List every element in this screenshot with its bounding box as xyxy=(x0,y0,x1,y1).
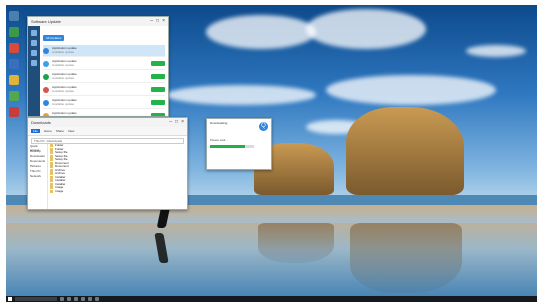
taskbar-search-box[interactable] xyxy=(15,297,57,301)
window-title: Downloads xyxy=(31,120,51,125)
taskbar-app-icon[interactable] xyxy=(95,297,99,301)
cloud xyxy=(306,9,426,49)
ribbon-tab-share[interactable]: Share xyxy=(56,129,64,133)
update-app-sidebar xyxy=(28,26,40,116)
file-row[interactable]: Image xyxy=(50,188,185,194)
cloud xyxy=(466,45,526,57)
desktop-icon[interactable] xyxy=(9,11,19,21)
update-app-titlebar: Software Update – □ × xyxy=(28,17,168,26)
dialog-status: Please wait... xyxy=(210,138,228,142)
update-detail: Available update xyxy=(52,75,75,80)
maximize-icon[interactable]: □ xyxy=(156,19,159,24)
sidebar-home-icon[interactable] xyxy=(31,30,37,36)
desktop-icon[interactable] xyxy=(9,91,19,101)
update-detail: Available update xyxy=(52,88,75,93)
file-icon xyxy=(50,189,53,193)
update-list: Application update Available update Applic… xyxy=(40,45,168,116)
update-row-text: Application update Available update xyxy=(52,46,123,54)
file-date xyxy=(155,190,185,194)
explorer-titlebar: Downloads – □ × xyxy=(28,118,187,127)
update-app-main: All Updates Application update Available … xyxy=(40,26,168,116)
update-row[interactable]: Application update Available update xyxy=(43,58,165,70)
desktop-icon[interactable] xyxy=(9,59,19,69)
update-app-window: Software Update – □ × All Updates Applic… xyxy=(27,16,169,117)
update-row-text: Application update Available update xyxy=(52,59,106,67)
update-button[interactable] xyxy=(151,87,165,92)
taskbar xyxy=(6,296,537,302)
update-row[interactable]: Application update Available update xyxy=(43,45,165,57)
update-row-text: Application update Available update xyxy=(52,85,106,93)
desktop-icon[interactable] xyxy=(9,107,19,117)
tab-all-updates[interactable]: All Updates xyxy=(43,35,65,41)
maximize-icon[interactable]: □ xyxy=(175,120,178,125)
file-list: Folder Folder Setup file Setup file Setup fi… xyxy=(50,143,185,209)
update-button[interactable] xyxy=(151,74,165,79)
update-row-text: Application update Available update xyxy=(52,72,106,80)
desktop-icons xyxy=(6,5,24,123)
taskbar-app-icon[interactable] xyxy=(88,297,92,301)
update-row[interactable]: Application update Available update xyxy=(43,110,165,116)
app-icon xyxy=(43,73,49,80)
rock-reflection-large xyxy=(350,223,462,293)
navigation-pane: Quick access Desktop Downloads Documents Pic… xyxy=(28,144,48,209)
cloud xyxy=(166,85,316,105)
start-button-icon[interactable] xyxy=(8,297,12,301)
cloud xyxy=(326,75,496,105)
explorer-ribbon: File Home Share View xyxy=(28,127,187,136)
close-icon[interactable]: × xyxy=(162,19,165,24)
desktop: Software Update – □ × All Updates Applic… xyxy=(6,5,537,302)
update-row[interactable]: Application update Available update xyxy=(43,84,165,96)
rock-formation-large xyxy=(346,107,464,195)
desktop-icon[interactable] xyxy=(9,27,19,37)
rock-reflection-small xyxy=(258,223,334,263)
app-icon xyxy=(43,86,49,93)
taskbar-app-icon[interactable] xyxy=(67,297,71,301)
ribbon-tab-home[interactable]: Home xyxy=(44,129,52,133)
download-progress-fill xyxy=(210,145,246,148)
app-icon xyxy=(43,47,49,54)
update-button[interactable] xyxy=(151,100,165,105)
file-explorer-window: Downloads – □ × File Home Share View Thi… xyxy=(27,117,188,210)
ribbon-tab-view[interactable]: View xyxy=(68,129,74,133)
sidebar-updates-icon[interactable] xyxy=(31,40,37,46)
sidebar-settings-icon[interactable] xyxy=(31,50,37,56)
update-detail: Available update xyxy=(52,62,75,67)
app-icon xyxy=(43,60,49,67)
window-title: Software Update xyxy=(31,19,61,24)
runner-reflection xyxy=(154,233,169,263)
nav-item[interactable]: Network xyxy=(28,174,47,179)
update-row[interactable]: Application update Available update xyxy=(43,71,165,83)
desktop-icon[interactable] xyxy=(9,75,19,85)
update-detail: Available update xyxy=(52,101,75,106)
ribbon-tab-file[interactable]: File xyxy=(31,129,40,133)
download-dialog: Downloading Q Please wait... xyxy=(206,118,272,170)
app-logo-icon: Q xyxy=(259,122,268,131)
taskbar-app-icon[interactable] xyxy=(81,297,85,301)
minimize-icon[interactable]: – xyxy=(169,120,172,125)
download-progress-bar xyxy=(210,145,254,148)
cloud xyxy=(206,15,316,49)
taskbar-app-icon[interactable] xyxy=(60,297,64,301)
update-detail: Available update xyxy=(52,49,75,54)
taskbar-app-icon[interactable] xyxy=(74,297,78,301)
app-icon xyxy=(43,99,49,106)
close-icon[interactable]: × xyxy=(181,120,184,125)
minimize-icon[interactable]: – xyxy=(150,19,153,24)
desktop-icon[interactable] xyxy=(9,43,19,53)
update-row-text: Application update Available update xyxy=(52,98,106,106)
sidebar-info-icon[interactable] xyxy=(31,60,37,66)
update-row[interactable]: Application update Available update xyxy=(43,97,165,109)
update-button[interactable] xyxy=(151,61,165,66)
file-name: Image xyxy=(55,188,64,193)
